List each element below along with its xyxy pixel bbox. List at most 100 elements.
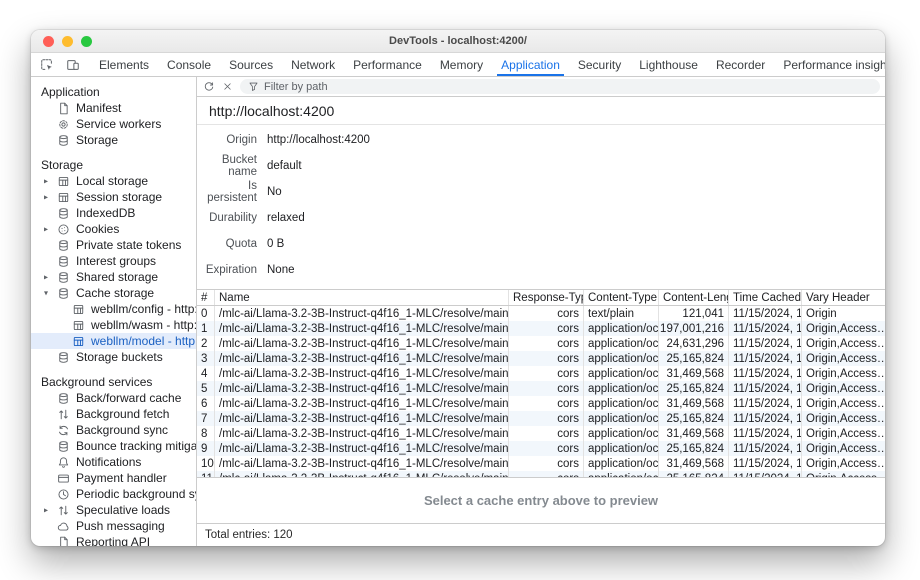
column-header--[interactable]: # xyxy=(197,290,214,305)
sidebar-item-webllm-wasm-http-loca[interactable]: webllm/wasm - http://loca… xyxy=(31,317,196,333)
tab-memory[interactable]: Memory xyxy=(431,53,492,76)
chevron-right-icon[interactable]: ▸ xyxy=(44,192,48,201)
sidebar-item-label: Cookies xyxy=(76,222,119,236)
sidebar-item-push-messaging[interactable]: Push messaging xyxy=(31,518,196,534)
tab-network[interactable]: Network xyxy=(282,53,344,76)
column-header-response-type[interactable]: Response-Type xyxy=(508,290,583,305)
cell: cors xyxy=(508,441,583,456)
column-header-time-cached[interactable]: Time Cached xyxy=(728,290,801,305)
refresh-icon[interactable] xyxy=(203,81,215,93)
tab-label: Performance insights xyxy=(783,58,885,72)
cell: 25,165,824 xyxy=(658,381,728,396)
chevron-right-icon[interactable]: ▸ xyxy=(44,176,48,185)
tab-security[interactable]: Security xyxy=(569,53,630,76)
sidebar-item-back-forward-cache[interactable]: Back/forward cache xyxy=(31,390,196,406)
metadata-value: 0 B xyxy=(267,238,284,250)
sidebar-item-interest-groups[interactable]: Interest groups xyxy=(31,253,196,269)
tab-label: Console xyxy=(167,58,211,72)
sidebar-item-background-fetch[interactable]: Background fetch xyxy=(31,406,196,422)
cache-entry-row[interactable]: 10/mlc-ai/Llama-3.2-3B-Instruct-q4f16_1-… xyxy=(197,456,885,471)
database-icon xyxy=(57,207,70,220)
sidebar-item-notifications[interactable]: Notifications xyxy=(31,454,196,470)
sidebar-item-cookies[interactable]: ▸ Cookies xyxy=(31,221,196,237)
cell: Origin,Access… xyxy=(801,411,885,426)
arrows-icon xyxy=(57,408,70,421)
cache-entry-row[interactable]: 9/mlc-ai/Llama-3.2-3B-Instruct-q4f16_1-M… xyxy=(197,441,885,456)
cell: /mlc-ai/Llama-3.2-3B-Instruct-q4f16_1-ML… xyxy=(214,351,508,366)
sidebar-item-service-workers[interactable]: Service workers xyxy=(31,116,196,132)
cell: 1 xyxy=(197,321,214,336)
sidebar-item-manifest[interactable]: Manifest xyxy=(31,100,196,116)
cache-entry-row[interactable]: 6/mlc-ai/Llama-3.2-3B-Instruct-q4f16_1-M… xyxy=(197,396,885,411)
chevron-right-icon[interactable]: ▸ xyxy=(44,505,48,514)
cookie-icon xyxy=(57,223,70,236)
tab-elements[interactable]: Elements xyxy=(90,53,158,76)
tab-sources[interactable]: Sources xyxy=(220,53,282,76)
sidebar-item-storage-buckets[interactable]: Storage buckets xyxy=(31,349,196,365)
sidebar-item-reporting-api[interactable]: Reporting API xyxy=(31,534,196,546)
cell: 25,165,824 xyxy=(658,411,728,426)
sidebar-item-storage[interactable]: Storage xyxy=(31,132,196,148)
tab-label: Recorder xyxy=(716,58,765,72)
cloud-icon xyxy=(57,520,70,533)
tab-performance-insights[interactable]: Performance insights xyxy=(774,53,885,76)
metadata-value: None xyxy=(267,264,295,276)
metadata-row: Bucket namedefault xyxy=(197,153,885,179)
database-icon xyxy=(57,440,70,453)
cell: cors xyxy=(508,351,583,366)
document-icon xyxy=(57,536,70,547)
sidebar-item-cache-storage[interactable]: ▾Cache storage xyxy=(31,285,196,301)
sidebar-item-bounce-tracking-mitigations[interactable]: Bounce tracking mitigations xyxy=(31,438,196,454)
sidebar-item-session-storage[interactable]: ▸Session storage xyxy=(31,189,196,205)
chevron-right-icon[interactable]: ▸ xyxy=(44,272,48,281)
device-toolbar-icon[interactable] xyxy=(60,53,86,76)
cache-entry-row[interactable]: 11/mlc-ai/Llama-3.2-3B-Instruct-q4f16_1-… xyxy=(197,471,885,478)
application-sidebar: ApplicationManifestService workersStorag… xyxy=(31,77,197,546)
cell: Origin,Access… xyxy=(801,396,885,411)
cache-entry-row[interactable]: 5/mlc-ai/Llama-3.2-3B-Instruct-q4f16_1-M… xyxy=(197,381,885,396)
sidebar-item-shared-storage[interactable]: ▸Shared storage xyxy=(31,269,196,285)
cell: application/oc… xyxy=(583,321,658,336)
devtools-tabbar: ElementsConsoleSourcesNetworkPerformance… xyxy=(31,53,885,77)
cell: 24,631,296 xyxy=(658,336,728,351)
sidebar-item-indexeddb[interactable]: IndexedDB xyxy=(31,205,196,221)
chevron-down-icon[interactable]: ▾ xyxy=(44,288,48,297)
sidebar-item-payment-handler[interactable]: Payment handler xyxy=(31,470,196,486)
delete-selected-icon[interactable] xyxy=(222,81,233,92)
sidebar-item-background-sync[interactable]: Background sync xyxy=(31,422,196,438)
cache-entry-row[interactable]: 2/mlc-ai/Llama-3.2-3B-Instruct-q4f16_1-M… xyxy=(197,336,885,351)
column-header-content-type[interactable]: Content-Type xyxy=(583,290,658,305)
column-header-name[interactable]: Name xyxy=(214,290,508,305)
sidebar-item-speculative-loads[interactable]: ▸Speculative loads xyxy=(31,502,196,518)
sidebar-item-webllm-model-http-loc[interactable]: webllm/model - http://loc… xyxy=(31,333,196,349)
cell: 11/15/2024, 10… xyxy=(728,471,801,478)
inspect-element-icon[interactable] xyxy=(34,53,60,76)
cell: 197,001,216 xyxy=(658,321,728,336)
cache-entry-row[interactable]: 8/mlc-ai/Llama-3.2-3B-Instruct-q4f16_1-M… xyxy=(197,426,885,441)
cache-entry-row[interactable]: 4/mlc-ai/Llama-3.2-3B-Instruct-q4f16_1-M… xyxy=(197,366,885,381)
tab-application[interactable]: Application xyxy=(492,53,569,76)
column-header-vary-header[interactable]: Vary Header xyxy=(801,290,885,305)
tab-label: Sources xyxy=(229,58,273,72)
chevron-right-icon[interactable]: ▸ xyxy=(44,224,48,233)
cache-entry-row[interactable]: 0/mlc-ai/Llama-3.2-3B-Instruct-q4f16_1-M… xyxy=(197,306,885,321)
sidebar-item-local-storage[interactable]: ▸Local storage xyxy=(31,173,196,189)
sidebar-item-private-state-tokens[interactable]: Private state tokens xyxy=(31,237,196,253)
tab-lighthouse[interactable]: Lighthouse xyxy=(630,53,707,76)
filter-input[interactable]: Filter by path xyxy=(240,79,880,94)
cache-entry-row[interactable]: 1/mlc-ai/Llama-3.2-3B-Instruct-q4f16_1-M… xyxy=(197,321,885,336)
column-header-content-length[interactable]: Content-Length xyxy=(658,290,728,305)
cell: /mlc-ai/Llama-3.2-3B-Instruct-q4f16_1-ML… xyxy=(214,321,508,336)
cell: 121,041 xyxy=(658,306,728,321)
cell: /mlc-ai/Llama-3.2-3B-Instruct-q4f16_1-ML… xyxy=(214,456,508,471)
sidebar-item-label: Bounce tracking mitigations xyxy=(76,439,196,453)
sidebar-item-webllm-config-http-loc[interactable]: webllm/config - http://loc… xyxy=(31,301,196,317)
cache-entry-row[interactable]: 7/mlc-ai/Llama-3.2-3B-Instruct-q4f16_1-M… xyxy=(197,411,885,426)
cell: 4 xyxy=(197,366,214,381)
cell: application/oc… xyxy=(583,426,658,441)
cache-entry-row[interactable]: 3/mlc-ai/Llama-3.2-3B-Instruct-q4f16_1-M… xyxy=(197,351,885,366)
sidebar-item-periodic-background-sync[interactable]: Periodic background sync xyxy=(31,486,196,502)
tab-performance[interactable]: Performance xyxy=(344,53,431,76)
tab-recorder[interactable]: Recorder xyxy=(707,53,774,76)
tab-console[interactable]: Console xyxy=(158,53,220,76)
